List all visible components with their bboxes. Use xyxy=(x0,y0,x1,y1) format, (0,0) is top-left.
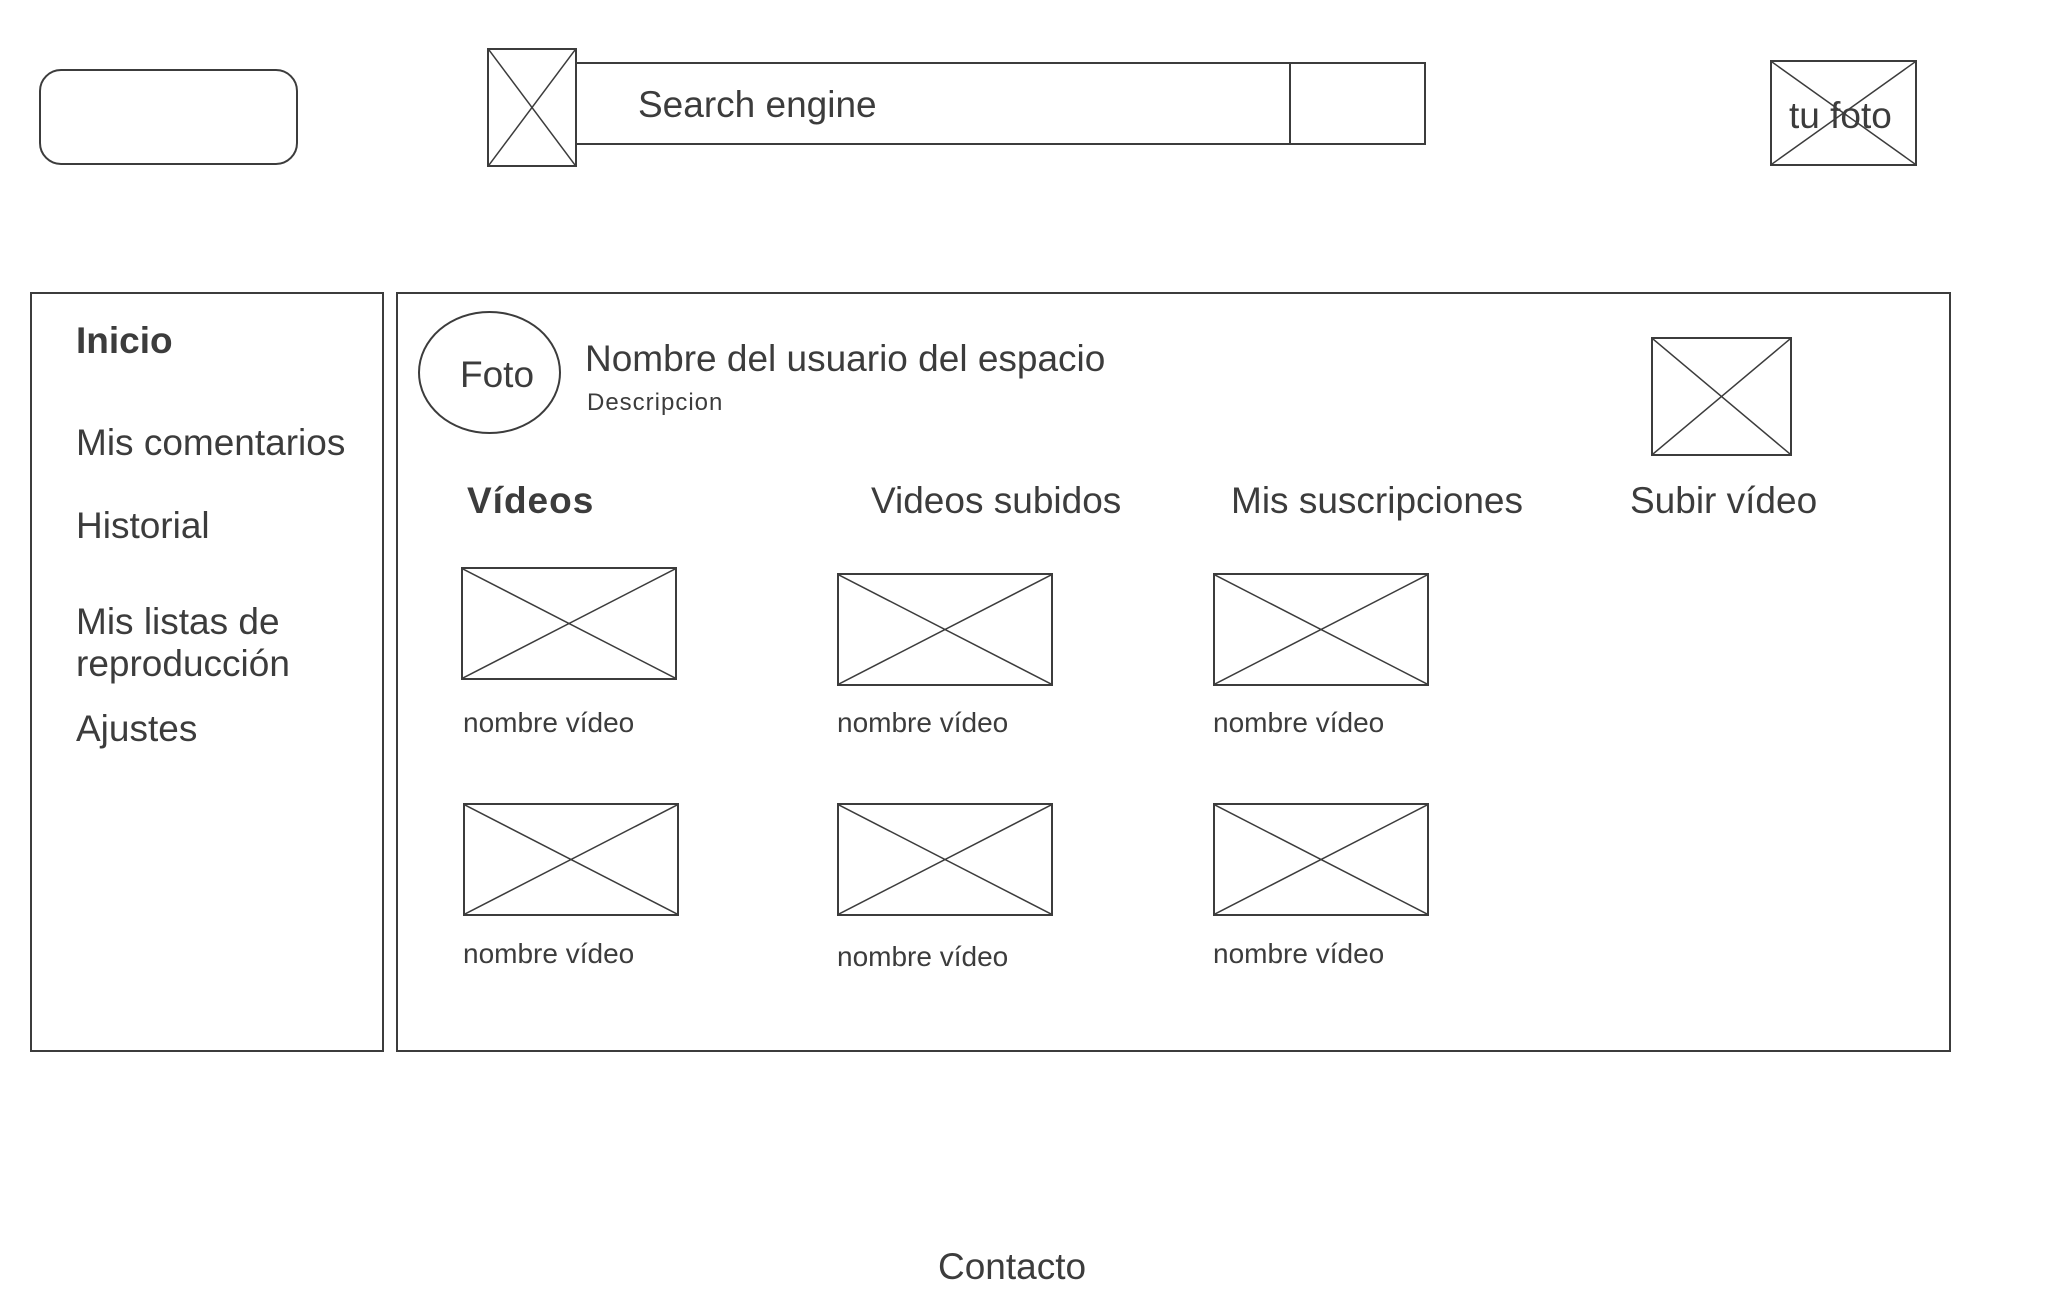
channel-description: Descripcion xyxy=(587,389,724,416)
video-thumbnail[interactable] xyxy=(1213,573,1429,686)
contact-link[interactable]: Contacto xyxy=(938,1248,1086,1285)
tab-videos-subidos[interactable]: Videos subidos xyxy=(871,482,1121,519)
logo-button[interactable] xyxy=(39,69,298,165)
placeholder-cross xyxy=(1653,339,1790,454)
sidebar: Inicio Mis comentarios Historial Mis lis… xyxy=(30,292,384,1052)
video-title[interactable]: nombre vídeo xyxy=(463,709,634,737)
search-button[interactable] xyxy=(1289,62,1426,145)
video-title[interactable]: nombre vídeo xyxy=(1213,940,1384,968)
video-title[interactable]: nombre vídeo xyxy=(1213,709,1384,737)
placeholder-cross xyxy=(463,569,675,678)
tab-mis-suscripciones[interactable]: Mis suscripciones xyxy=(1231,482,1523,519)
channel-name: Nombre del usuario del espacio xyxy=(585,338,1106,379)
placeholder-cross xyxy=(465,805,677,914)
sidebar-item-mis-listas[interactable]: Mis listas de reproducción xyxy=(76,601,366,685)
video-thumbnail[interactable] xyxy=(1213,803,1429,916)
video-title[interactable]: nombre vídeo xyxy=(837,709,1008,737)
video-thumbnail[interactable] xyxy=(461,567,677,680)
tab-videos[interactable]: Vídeos xyxy=(467,482,594,519)
placeholder-cross xyxy=(489,50,575,165)
placeholder-cross xyxy=(1215,575,1427,684)
sidebar-item-mis-comentarios[interactable]: Mis comentarios xyxy=(76,422,345,464)
sidebar-item-historial[interactable]: Historial xyxy=(76,505,210,547)
sidebar-item-ajustes[interactable]: Ajustes xyxy=(76,708,197,750)
video-thumbnail[interactable] xyxy=(463,803,679,916)
channel-photo-label: Foto xyxy=(460,354,535,395)
placeholder-cross xyxy=(839,805,1051,914)
search-icon[interactable] xyxy=(487,48,577,167)
placeholder-cross xyxy=(1215,805,1427,914)
sidebar-item-inicio[interactable]: Inicio xyxy=(76,320,173,362)
channel-image[interactable] xyxy=(1651,337,1792,456)
video-thumbnail[interactable] xyxy=(837,573,1053,686)
avatar-label: tu foto xyxy=(1789,95,1892,136)
tab-subir-video[interactable]: Subir vídeo xyxy=(1630,482,1817,519)
video-thumbnail[interactable] xyxy=(837,803,1053,916)
video-title[interactable]: nombre vídeo xyxy=(837,943,1008,971)
placeholder-cross xyxy=(839,575,1051,684)
search-placeholder: Search engine xyxy=(638,84,877,125)
video-title[interactable]: nombre vídeo xyxy=(463,940,634,968)
